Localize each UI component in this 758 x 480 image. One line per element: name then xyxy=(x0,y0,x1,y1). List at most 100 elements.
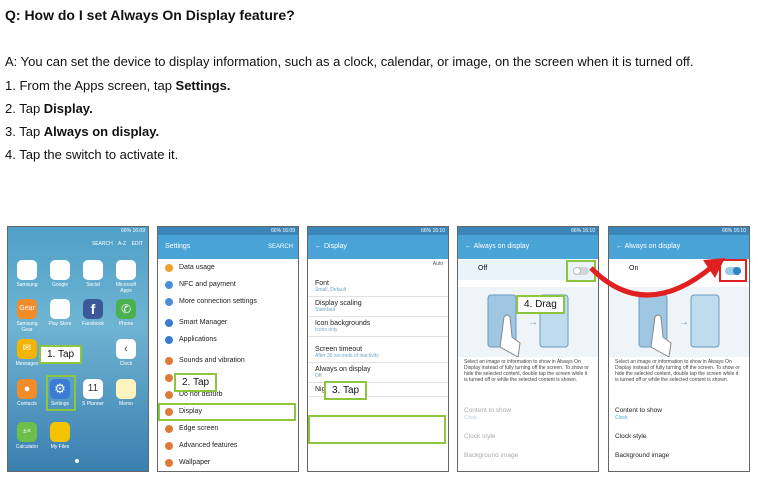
app-label: Memo xyxy=(119,401,133,407)
step-4: 4. Tap the switch to activate it. xyxy=(5,147,178,162)
brightness-auto[interactable]: Auto xyxy=(433,261,443,267)
facebook-icon[interactable]: f xyxy=(83,299,103,319)
app-label: Samsung xyxy=(16,282,38,288)
callout-4: 4. Drag xyxy=(516,295,565,314)
clock-icon[interactable]: ‹ xyxy=(116,339,136,359)
settings-item[interactable]: Sounds and vibration xyxy=(158,352,298,369)
display-item[interactable]: Screen timeout After 30 seconds of inacti… xyxy=(308,343,448,363)
settings-item[interactable]: Applications xyxy=(158,331,298,348)
display-title: Display xyxy=(323,243,347,250)
clock-style-option[interactable]: Clock style xyxy=(464,433,495,440)
step-3-prefix: 3. Tap xyxy=(5,124,44,139)
settings-item[interactable]: Advanced features xyxy=(158,437,298,454)
settings-item-icon xyxy=(165,373,173,382)
settings-item[interactable]: More connection settings xyxy=(158,293,298,310)
display-item-label: Display scaling xyxy=(315,300,362,307)
app-label: Facebook xyxy=(82,321,104,327)
settings-item-label: Smart Manager xyxy=(179,319,228,326)
callout-2: 2. Tap xyxy=(174,373,218,392)
page-indicator xyxy=(75,459,79,463)
background-image-option[interactable]: Background image xyxy=(615,452,669,459)
app-label: Clock xyxy=(119,361,133,367)
aod-off-title: Always on display xyxy=(473,243,530,250)
phone-aod-off-screen: 66% 16:10 ← Always on display Off → Sele… xyxy=(457,226,599,472)
status-bar: 66% 16:09 xyxy=(121,228,145,234)
settings-item[interactable]: Data usage xyxy=(158,259,298,276)
settings-item-label: Do not disturb xyxy=(179,391,223,398)
display-item-sub: After 30 seconds of inactivity xyxy=(315,353,379,359)
app-label: Google xyxy=(51,282,69,288)
settings-item[interactable]: NFC and payment xyxy=(158,276,298,293)
settings-item-label: More connection settings xyxy=(179,298,257,305)
edit-link[interactable]: EDIT xyxy=(132,241,143,247)
contacts-icon[interactable]: ● xyxy=(17,379,37,399)
content-to-show-option[interactable]: Content to show Clock xyxy=(464,407,511,421)
messages-icon[interactable]: ✉ xyxy=(17,339,37,359)
play-store-icon[interactable] xyxy=(50,299,70,319)
app-label: Calculator xyxy=(15,444,39,450)
option-sub: Clock xyxy=(464,415,477,421)
app-label: Phone xyxy=(118,321,134,327)
settings-list: Data usage NFC and payment More connection… xyxy=(158,259,298,471)
settings-search-button[interactable]: SEARCH xyxy=(268,235,293,259)
step-2-bold: Display. xyxy=(43,101,93,116)
search-link[interactable]: SEARCH xyxy=(92,241,113,247)
microsoft-folder-icon[interactable] xyxy=(116,260,136,280)
settings-item-icon xyxy=(165,263,173,272)
settings-item[interactable]: Edge screen xyxy=(158,420,298,437)
settings-item-icon xyxy=(165,441,173,450)
aod-description: Select an image or information to show i… xyxy=(464,359,589,383)
settings-item[interactable]: Smart Manager xyxy=(158,314,298,331)
settings-item-icon xyxy=(165,318,173,327)
settings-item-label: Advanced features xyxy=(179,442,238,449)
app-label: Samsung Gear xyxy=(16,321,38,333)
answer-text: A: You can set the device to display inf… xyxy=(5,54,694,69)
social-folder-icon[interactable] xyxy=(83,260,103,280)
step-4-prefix: 4. Tap the switch to activate it. xyxy=(5,147,179,162)
content-to-show-option[interactable]: Content to show Clock xyxy=(615,407,662,421)
display-item[interactable]: Icon backgrounds Icons only xyxy=(308,317,448,337)
display-item[interactable]: Always on display Off xyxy=(308,363,448,383)
settings-item[interactable]: Wallpaper xyxy=(158,454,298,471)
calendar-icon[interactable]: 11 xyxy=(83,379,103,399)
gear-app-icon[interactable]: Gear xyxy=(17,299,37,319)
svg-text:→: → xyxy=(679,317,689,328)
settings-item-icon xyxy=(165,458,173,467)
settings-item-label: Sounds and vibration xyxy=(179,357,245,364)
settings-item-icon xyxy=(165,297,173,306)
red-arrow xyxy=(589,258,725,298)
settings-item-label: NFC and payment xyxy=(179,281,236,288)
app-label: S Planner xyxy=(82,401,104,407)
display-item[interactable]: Display scaling Standard xyxy=(308,297,448,317)
clock-style-option[interactable]: Clock style xyxy=(615,433,646,440)
display-list: Font Small, Default Display scaling Standar… xyxy=(308,277,448,397)
display-item-label: Font xyxy=(315,280,330,287)
my-files-icon[interactable] xyxy=(50,422,70,442)
az-link[interactable]: A-Z xyxy=(118,241,126,247)
display-item-label: Screen timeout xyxy=(315,346,363,353)
step-2: 2. Tap Display. xyxy=(5,101,93,116)
phone-icon[interactable]: ✆ xyxy=(116,299,136,319)
option-label: Content to show xyxy=(615,407,662,414)
svg-text:→: → xyxy=(528,317,538,328)
background-image-option[interactable]: Background image xyxy=(464,452,518,459)
display-item[interactable]: Font Small, Default xyxy=(308,277,448,297)
app-label: My Files xyxy=(50,444,70,450)
settings-item-label: Data usage xyxy=(179,264,215,271)
phone-display-screen: 66% 16:10 ← Display Auto Font Small, Defa… xyxy=(307,226,449,472)
app-label: Contacts xyxy=(17,401,37,407)
settings-item-label: Edge screen xyxy=(179,425,219,432)
step-1-prefix: 1. From the Apps screen, tap xyxy=(5,78,176,93)
samsung-folder-icon[interactable] xyxy=(17,260,37,280)
step-3-bold: Always on display. xyxy=(43,124,160,139)
memo-icon[interactable] xyxy=(116,379,136,399)
settings-item-icon xyxy=(165,424,173,433)
option-label: Content to show xyxy=(464,407,511,414)
display-item-sub: Icons only xyxy=(315,327,338,333)
status-bar: 66% 16:09 xyxy=(158,227,298,235)
google-folder-icon[interactable] xyxy=(50,260,70,280)
apps-top-bar: SEARCH A-Z EDIT xyxy=(92,241,143,247)
aod-description: Select an image or information to show i… xyxy=(615,359,740,383)
settings-item-icon xyxy=(165,390,173,399)
calculator-icon[interactable]: ±× xyxy=(17,422,37,442)
